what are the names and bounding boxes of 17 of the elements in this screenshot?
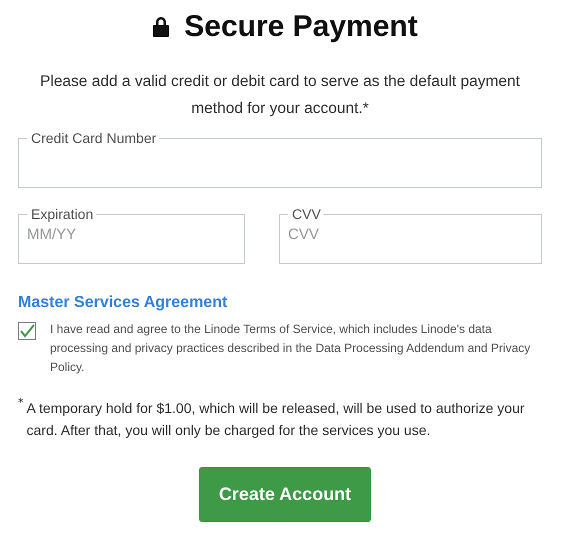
footnote-mark: * xyxy=(18,397,24,408)
agreement-text: I have read and agree to the Linode Terms of Service, which includes Linode's data processing and privacy practices described in the Data Processing Addendum and Privacy Policy. xyxy=(50,321,532,376)
footnote-text: A temporary hold for $1.00, which will be released, will be used to authorize your card. After that, you will only be charged for the services you use. xyxy=(26,399,526,440)
lock-icon xyxy=(152,16,170,38)
agreement-checkbox[interactable] xyxy=(18,322,36,340)
page-title: Secure Payment xyxy=(184,10,418,44)
text-field[interactable]: Credit Card Number xyxy=(18,130,542,188)
intro-text: Please add a valid credit or debit card to serve as the default payment method for your account.* xyxy=(39,72,521,119)
field-label: CVV xyxy=(292,206,321,222)
field-label: Expiration xyxy=(31,206,94,222)
create-account-button[interactable]: Create Account xyxy=(199,467,371,522)
field-label: Credit Card Number xyxy=(31,130,156,146)
agreement-heading: Master Services Agreement xyxy=(18,294,228,312)
text-field[interactable]: CVV CVV xyxy=(279,206,542,264)
input-field[interactable]: MM/YY xyxy=(27,222,236,243)
text-field[interactable]: Expiration MM/YY xyxy=(18,206,245,264)
input-field[interactable]: CVV xyxy=(288,222,533,243)
